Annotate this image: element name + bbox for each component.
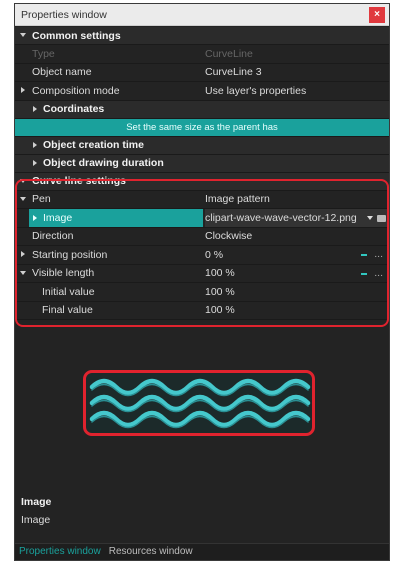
title-bar: Properties window × [15,4,389,26]
composition-mode-value[interactable]: Use layer's properties [205,82,389,100]
category-coordinates[interactable]: Coordinates [15,100,389,119]
same-size-as-parent-button[interactable]: Set the same size as the parent has [15,118,389,137]
properties-window: Properties window × Common settings Type… [14,3,390,561]
property-name: Type [32,47,55,60]
expand-arrow-icon[interactable] [21,87,25,93]
expand-arrow-icon[interactable] [33,105,37,112]
category-object-creation-time[interactable]: Object creation time [15,136,389,155]
close-button[interactable]: × [369,7,385,23]
category-label: Common settings [32,29,121,42]
property-value: CurveLine [205,47,253,60]
help-description: Image [21,514,51,526]
image-pattern-preview [83,370,315,436]
tab-resources-window[interactable]: Resources window [105,544,197,560]
object-name-input[interactable]: CurveLine 3 [205,64,389,82]
property-name: Object name [32,66,92,79]
category-label: Object creation time [43,139,144,151]
property-composition-mode[interactable]: Composition mode Use layer's properties [15,82,389,101]
help-panel: Image Image [21,496,51,526]
category-label: Object drawing duration [43,157,164,169]
highlight-outline [15,179,389,327]
category-common-settings[interactable]: Common settings [15,27,389,45]
property-name: Composition mode [32,84,120,97]
property-type: Type CurveLine [15,45,389,64]
category-label: Coordinates [43,103,105,115]
collapse-arrow-icon[interactable] [20,33,26,37]
property-object-name[interactable]: Object name CurveLine 3 [15,64,389,82]
tab-properties-window[interactable]: Properties window [15,544,105,560]
window-title: Properties window [21,9,107,21]
expand-arrow-icon[interactable] [33,141,37,148]
bottom-tabs: Properties window Resources window [15,543,389,560]
category-object-drawing-duration[interactable]: Object drawing duration [15,154,389,173]
wave-pattern-image [89,378,311,429]
help-title: Image [21,496,52,508]
expand-arrow-icon[interactable] [33,159,37,166]
